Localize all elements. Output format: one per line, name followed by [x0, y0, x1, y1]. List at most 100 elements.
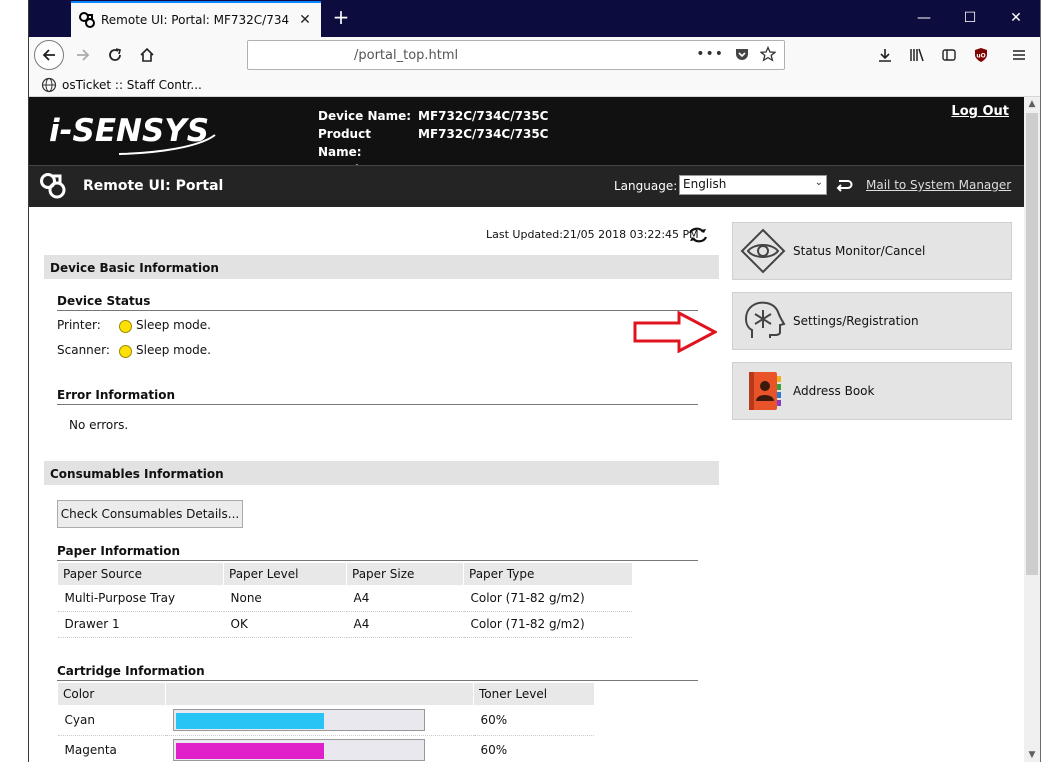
red-arrow-icon — [633, 311, 717, 353]
page-scrollbar[interactable]: ▲ ▼ — [1024, 97, 1040, 762]
close-window-button[interactable]: ✕ — [993, 6, 1039, 30]
isensys-logo: i-SENSYS — [49, 113, 216, 155]
apply-language-icon[interactable] — [834, 175, 854, 195]
cartridge-col-header: Toner Level — [473, 683, 594, 705]
bookmark-label: osTicket :: Staff Contr... — [62, 78, 202, 92]
title-bar: Remote UI: Portal: MF732C/734 ✕ + — ☐ ✕ — [29, 0, 1040, 37]
table-row: Multi-Purpose Tray None A4 Color (71-82 … — [57, 585, 632, 612]
bookmark-star-icon[interactable] — [760, 46, 776, 62]
paper-level: OK — [223, 611, 347, 638]
back-button[interactable] — [34, 40, 64, 70]
paper-level: None — [223, 585, 347, 612]
printer-status-row: Printer: Sleep mode. — [57, 316, 211, 333]
maximize-button[interactable]: ☐ — [947, 6, 993, 30]
status-monitor-tile[interactable]: Status Monitor/Cancel — [732, 222, 1012, 280]
toner-level: 60% — [473, 705, 594, 736]
toner-fill — [175, 743, 324, 759]
menu-button[interactable] — [1005, 41, 1033, 69]
cartridge-table: Color Toner Level Cyan 60% Magenta 60% — [57, 683, 594, 762]
scroll-down-icon[interactable]: ▼ — [1024, 748, 1040, 762]
language-select[interactable]: English ⌄ — [679, 175, 827, 195]
status-monitor-label: Status Monitor/Cancel — [793, 244, 926, 258]
table-row: Magenta 60% — [57, 735, 594, 762]
scanner-status-row: Scanner: Sleep mode. — [57, 341, 211, 358]
paper-size: A4 — [346, 611, 464, 638]
address-bar[interactable]: /portal_top.html ••• — [247, 40, 785, 70]
scanner-status: Sleep mode. — [136, 342, 211, 357]
page-actions-icon[interactable]: ••• — [696, 46, 724, 62]
table-row: Drawer 1 OK A4 Color (71-82 g/m2) — [57, 611, 632, 638]
reload-icon — [109, 48, 121, 61]
toner-level: 60% — [473, 735, 594, 762]
address-book-label: Address Book — [793, 384, 875, 398]
printer-status: Sleep mode. — [136, 317, 211, 332]
globe-icon — [41, 77, 57, 93]
sidebar-icon — [942, 49, 956, 61]
error-text: No errors. — [69, 418, 129, 432]
home-button[interactable] — [133, 41, 161, 69]
settings-registration-tile[interactable]: Settings/Registration — [732, 292, 1012, 350]
printer-label: Printer: — [57, 317, 101, 332]
status-dot-icon — [119, 345, 132, 358]
table-row: Cyan 60% — [57, 705, 594, 736]
portal-title: Remote UI: Portal — [83, 178, 224, 194]
check-consumables-button[interactable]: Check Consumables Details... — [57, 500, 243, 528]
error-info-heading: Error Information — [57, 388, 698, 405]
consumables-info-header: Consumables Information — [44, 461, 719, 485]
canon-logo-icon — [79, 12, 95, 28]
download-icon — [879, 49, 891, 62]
arrow-left-icon — [42, 49, 55, 61]
svg-text:uO: uO — [976, 53, 985, 60]
toner-fill — [175, 712, 324, 729]
paper-col-header: Paper Size — [346, 563, 464, 585]
paper-source: Multi-Purpose Tray — [57, 585, 224, 612]
hamburger-menu-icon — [1013, 50, 1025, 60]
paper-type: Color (71-82 g/m2) — [463, 585, 632, 612]
ublock-button[interactable]: uO — [967, 41, 995, 69]
pocket-icon[interactable] — [734, 46, 750, 62]
library-icon — [910, 48, 924, 62]
toner-bar — [172, 739, 425, 761]
scroll-up-icon[interactable]: ▲ — [1024, 97, 1040, 111]
bookmark-osticket[interactable]: osTicket :: Staff Contr... — [41, 77, 202, 93]
device-name-value: MF732C/734C/735C — [418, 109, 549, 123]
device-header: i-SENSYS Device Name: MF732C/734C/735C Pr… — [29, 97, 1024, 177]
logo-text: i-SENSYS — [49, 113, 209, 149]
refresh-icon[interactable] — [687, 224, 709, 246]
paper-info-heading: Paper Information — [57, 544, 698, 561]
reload-button[interactable] — [101, 41, 129, 69]
cartridge-col-header — [165, 683, 474, 705]
product-name-value: MF732C/734C/735C — [418, 127, 549, 141]
language-value: English — [683, 177, 727, 191]
device-name-label: Device Name: — [318, 109, 412, 123]
sidebar-button[interactable] — [935, 41, 963, 69]
close-tab-icon[interactable]: ✕ — [297, 12, 313, 28]
paper-size: A4 — [346, 585, 464, 612]
cartridge-col-header: Color — [57, 683, 166, 705]
cartridge-color: Magenta — [57, 735, 166, 762]
minimize-button[interactable]: — — [901, 6, 947, 30]
settings-head-icon — [745, 301, 786, 338]
portal-bar: Remote UI: Portal Language: English ⌄ Ma… — [29, 165, 1024, 207]
bookmarks-toolbar: osTicket :: Staff Contr... — [29, 73, 1040, 97]
product-name-label: Product Name: — [318, 127, 371, 159]
paper-source: Drawer 1 — [57, 611, 224, 638]
cartridge-info-heading: Cartridge Information — [57, 664, 698, 681]
chevron-down-icon: ⌄ — [814, 177, 823, 188]
last-updated-text: Last Updated:21/05 2018 03:22:45 PM — [486, 228, 699, 241]
paper-type: Color (71-82 g/m2) — [463, 611, 632, 638]
device-basic-info-header: Device Basic Information — [44, 255, 719, 279]
cartridge-color: Cyan — [57, 705, 166, 736]
library-button[interactable] — [903, 41, 931, 69]
downloads-button[interactable] — [871, 41, 899, 69]
address-book-tile[interactable]: Address Book — [732, 362, 1012, 420]
browser-tab[interactable]: Remote UI: Portal: MF732C/734 ✕ — [71, 1, 321, 37]
logout-link[interactable]: Log Out — [951, 104, 1009, 119]
scroll-thumb[interactable] — [1026, 113, 1038, 575]
mail-system-manager-link[interactable]: Mail to System Manager — [866, 178, 1011, 192]
settings-registration-label: Settings/Registration — [793, 314, 919, 328]
ublock-shield-icon: uO — [975, 48, 987, 62]
new-tab-button[interactable]: + — [329, 6, 353, 30]
forward-button[interactable] — [69, 41, 97, 69]
paper-col-header: Paper Type — [463, 563, 632, 585]
